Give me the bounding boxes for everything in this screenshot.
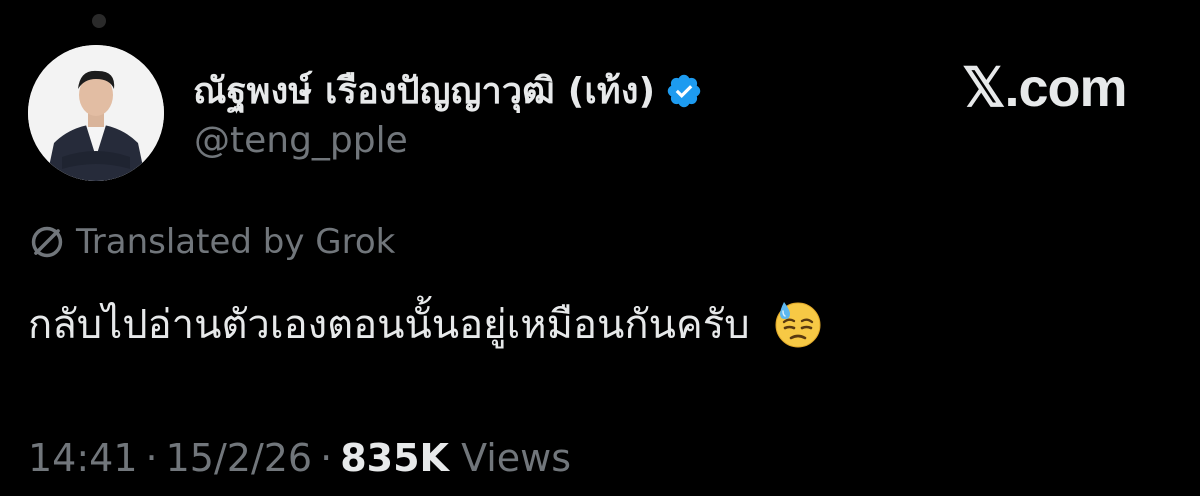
verified-badge-icon — [668, 74, 701, 107]
views-count[interactable]: 835K — [340, 436, 449, 480]
x-brand-logo: 𝕏.com — [962, 58, 1128, 118]
tweet-content: กลับไปอ่านตัวเองตอนนั้นอยู่เหมือนกันครับ — [28, 292, 824, 356]
tweet-date[interactable]: 15/2/26 — [166, 436, 313, 480]
downcast-face-with-sweat-emoji — [775, 302, 821, 348]
author-handle[interactable]: @teng_pple — [194, 120, 408, 161]
meta-separator: · — [145, 436, 158, 480]
translate-slash-icon — [31, 226, 63, 258]
tweet-meta: 14:41 · 15/2/26 · 835K Views — [28, 436, 571, 480]
scroll-indicator-dot — [92, 14, 106, 28]
avatar[interactable] — [28, 45, 164, 181]
translated-by-label: Translated by Grok — [76, 222, 396, 262]
tweet-text: กลับไปอ่านตัวเองตอนนั้นอยู่เหมือนกันครับ — [28, 302, 750, 348]
tweet-time[interactable]: 14:41 — [28, 436, 138, 480]
meta-separator: · — [320, 436, 333, 480]
views-label: Views — [461, 436, 572, 480]
avatar-portrait-icon — [28, 45, 164, 181]
author-display-name[interactable]: ณัฐพงษ์ เรืองปัญญาวุฒิ (เท้ง) — [193, 62, 655, 119]
translation-notice[interactable]: Translated by Grok — [28, 222, 395, 262]
author-header: ณัฐพงษ์ เรืองปัญญาวุฒิ (เท้ง) — [193, 62, 703, 119]
